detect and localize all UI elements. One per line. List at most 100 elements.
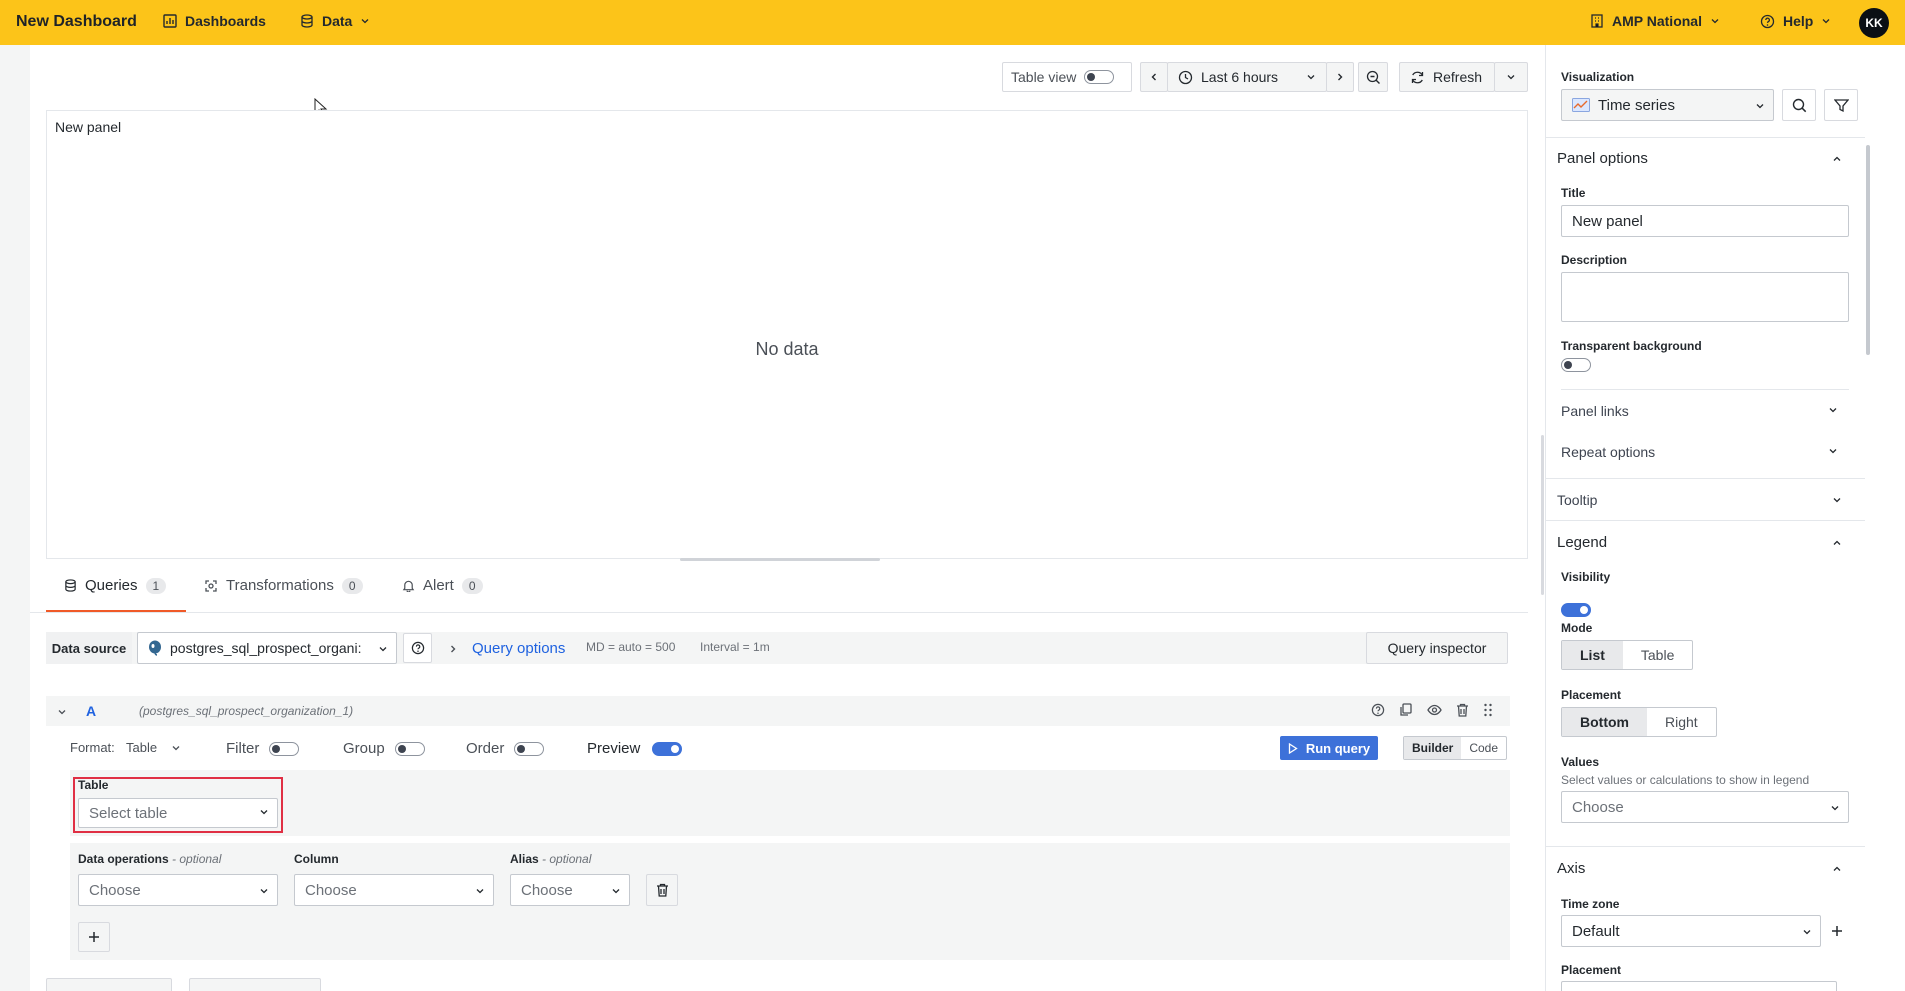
filter-switch[interactable] [269,741,300,756]
data-source-value: postgres_sql_prospect_organi: [170,640,362,656]
remove-operation-button[interactable] [646,874,678,906]
expression-button[interactable] [189,978,321,991]
nav-dashboards[interactable]: Dashboards [163,13,266,29]
group-toggle[interactable]: Group [343,740,425,757]
table-select[interactable]: Select table [78,798,278,828]
refresh-button[interactable]: Refresh [1399,62,1495,92]
query-inspector-button[interactable]: Query inspector [1366,632,1508,664]
alias-select[interactable]: Choose [510,874,630,906]
nav-data[interactable]: Data [300,13,370,29]
sidebar-resize-handle[interactable] [1541,435,1544,595]
play-icon [1288,742,1298,754]
table-view-toggle[interactable]: Table view [1002,62,1132,92]
data-source-help-button[interactable] [403,633,432,663]
run-query-button[interactable]: Run query [1280,736,1378,760]
title-label: Title [1561,186,1586,200]
group-switch[interactable] [394,741,425,756]
placement-right-button[interactable]: Right [1647,708,1716,736]
tab-queries[interactable]: Queries 1 [64,577,167,594]
chevron-down-icon[interactable] [1828,446,1838,456]
time-range-picker[interactable]: Last 6 hours [1167,62,1327,92]
title-input[interactable]: New panel [1561,205,1849,237]
chevron-up-icon[interactable] [1832,154,1842,164]
refresh-label: Refresh [1433,69,1483,85]
tab-queries-count: 1 [145,577,167,594]
user-avatar[interactable]: KK [1859,8,1889,38]
tab-transformations[interactable]: Transformations 0 [204,577,363,594]
legend-placement-switch: Bottom Right [1561,707,1717,737]
bar-chart-icon [163,14,177,28]
tab-alert[interactable]: Alert 0 [402,577,483,594]
trash-icon[interactable] [1456,703,1469,717]
column-select[interactable]: Choose [294,874,494,906]
legend-visibility-switch[interactable] [1561,603,1591,617]
help-icon[interactable] [1371,703,1385,717]
query-row-actions [1371,703,1493,717]
collapse-query-icon[interactable] [57,707,67,717]
data-operations-section [70,843,1510,960]
title-input-value: New panel [1572,212,1643,230]
refresh-interval-dropdown[interactable] [1494,62,1528,92]
zoom-out-button[interactable] [1358,62,1388,92]
chevron-down-icon[interactable] [1828,405,1838,415]
axis-placement-select[interactable] [1561,981,1837,991]
preview-toggle[interactable]: Preview [587,740,683,757]
database-icon [301,14,313,28]
description-textarea[interactable] [1561,272,1849,322]
drag-handle-icon[interactable] [1483,703,1493,717]
preview-switch[interactable] [652,741,683,756]
visualization-value: Time series [1598,96,1675,114]
format-select[interactable]: Table [126,740,181,755]
data-operations-placeholder: Choose [89,881,141,899]
query-ref-id[interactable]: A [86,703,96,719]
chevron-down-icon[interactable] [1832,495,1842,505]
eye-icon[interactable] [1427,703,1442,717]
legend-header[interactable]: Legend [1557,534,1607,551]
panel-options-header[interactable]: Panel options [1557,150,1648,167]
tooltip-header[interactable]: Tooltip [1557,492,1597,508]
placement-bottom-button[interactable]: Bottom [1562,708,1647,736]
add-time-zone-icon[interactable] [1831,925,1843,937]
axis-header[interactable]: Axis [1557,860,1585,877]
mode-list-button[interactable]: List [1562,641,1623,669]
order-switch[interactable] [514,741,545,756]
repeat-options-header[interactable]: Repeat options [1561,444,1655,460]
time-back-button[interactable] [1140,62,1168,92]
panel-links-header[interactable]: Panel links [1561,403,1629,419]
data-operations-select[interactable]: Choose [78,874,278,906]
refresh-icon [1411,71,1424,83]
order-toggle[interactable]: Order [466,740,545,757]
chevron-up-icon[interactable] [1832,864,1842,874]
table-view-switch[interactable] [1084,70,1115,84]
time-zone-select[interactable]: Default [1561,915,1821,947]
add-operation-button[interactable] [78,922,110,952]
time-forward-button[interactable] [1326,62,1354,92]
data-source-picker[interactable]: postgres_sql_prospect_organi: [137,632,397,664]
panel-resize-handle[interactable] [680,558,880,561]
mode-table-button[interactable]: Table [1623,641,1692,669]
builder-mode-button[interactable]: Builder [1404,737,1462,759]
dashboard-title[interactable]: New Dashboard [16,13,137,31]
chevron-down-icon [172,745,180,750]
sidebar-divider [1545,846,1865,847]
help-menu[interactable]: Help [1760,13,1831,29]
org-name: AMP National [1612,13,1702,29]
filter-options-button[interactable] [1824,89,1858,121]
legend-values-select[interactable]: Choose [1561,791,1849,823]
code-mode-button[interactable]: Code [1461,737,1506,759]
sidebar-scrollbar[interactable] [1866,145,1870,355]
alias-placeholder: Choose [521,881,573,899]
query-options-toggle[interactable]: Query options [448,640,565,657]
visualization-picker[interactable]: Time series [1561,89,1774,121]
org-switcher[interactable]: AMP National [1590,13,1720,29]
filter-toggle[interactable]: Filter [226,740,300,757]
placement-label: Placement [1561,688,1622,702]
panel-preview[interactable]: New panel No data [46,110,1528,559]
data-operations-label: Data operations - optional [78,852,221,866]
duplicate-icon[interactable] [1399,703,1413,717]
add-query-button[interactable] [46,978,172,991]
search-options-button[interactable] [1782,89,1816,121]
transparent-bg-switch[interactable] [1561,358,1591,372]
data-operations-label-text: Data operations [78,852,169,866]
chevron-up-icon[interactable] [1832,538,1842,548]
